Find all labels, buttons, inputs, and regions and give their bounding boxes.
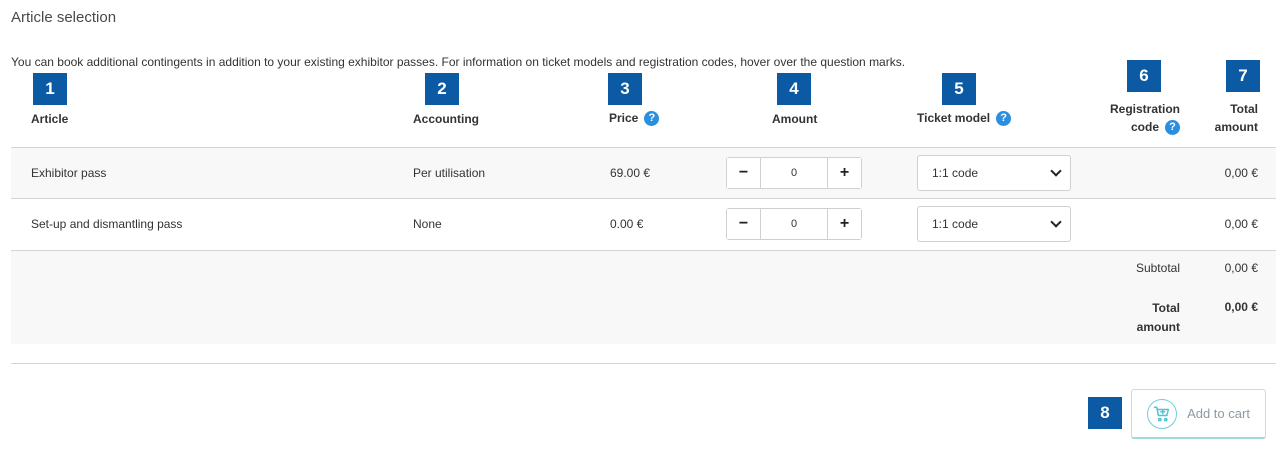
column-header-ticket-model: Ticket model?: [917, 109, 1012, 127]
row-2-increment-button[interactable]: +: [827, 209, 861, 239]
row-2-total: 0,00 €: [1224, 217, 1258, 231]
cart-icon: [1147, 398, 1178, 429]
row-1-price: 69.00 €: [610, 166, 651, 180]
total-amount-label-line1: Total: [1152, 301, 1180, 315]
row-1-ticket-model-value: 1:1 code: [932, 166, 979, 180]
row-1-decrement-button[interactable]: −: [727, 158, 761, 188]
summary-bg: [11, 251, 1276, 344]
row-2-decrement-button[interactable]: −: [727, 209, 761, 239]
row-1-quantity-input[interactable]: [761, 158, 827, 188]
badge-4: 4: [777, 73, 811, 105]
row-1-quantity-stepper: − +: [726, 157, 862, 189]
row-2-quantity-input[interactable]: [761, 209, 827, 239]
row-2-accounting: None: [413, 217, 442, 231]
column-header-registration-code: Registration code?: [1100, 100, 1180, 136]
badge-7: 7: [1226, 60, 1260, 92]
subtotal-label: Subtotal: [1135, 261, 1180, 275]
badge-1: 1: [33, 73, 67, 105]
row-1-article: Exhibitor pass: [31, 166, 107, 180]
column-header-price: Price?: [609, 109, 660, 127]
total-amount-line1: Total: [1230, 102, 1258, 116]
row-divider-1: [11, 198, 1276, 199]
total-amount-value: 0,00 €: [1224, 300, 1258, 314]
total-amount-label: Total amount: [1090, 299, 1180, 337]
row-1-increment-button[interactable]: +: [827, 158, 861, 188]
column-header-ticket-model-label: Ticket model: [917, 111, 991, 125]
add-to-cart-button[interactable]: Add to cart: [1131, 389, 1266, 439]
registration-code-help-icon[interactable]: ?: [1165, 120, 1180, 136]
row-1-accounting: Per utilisation: [413, 166, 486, 180]
row-1-ticket-model-select[interactable]: 1:1 code: [917, 155, 1071, 191]
column-header-accounting: Accounting: [413, 112, 479, 126]
total-amount-label-line2: amount: [1136, 320, 1180, 334]
registration-code-line2: code: [1130, 120, 1159, 134]
badge-5: 5: [942, 73, 976, 105]
registration-code-line1: Registration: [1109, 102, 1180, 116]
row-2-ticket-model-select[interactable]: 1:1 code: [917, 206, 1071, 242]
row-2-price: 0.00 €: [610, 217, 644, 231]
column-header-total-amount: Total amount: [1198, 100, 1258, 136]
ticket-model-help-icon[interactable]: ?: [996, 111, 1012, 127]
section-title: Article selection: [11, 9, 117, 26]
column-header-amount: Amount: [772, 112, 818, 126]
subtotal-value: 0,00 €: [1224, 261, 1258, 275]
article-selection-page: Article selection You can book additiona…: [0, 0, 1280, 449]
row-1-total: 0,00 €: [1224, 166, 1258, 180]
row-2-ticket-model-value: 1:1 code: [932, 217, 979, 231]
badge-2: 2: [425, 73, 459, 105]
badge-3: 3: [608, 73, 642, 105]
row-2-quantity-stepper: − +: [726, 208, 862, 240]
chevron-down-icon: [1050, 165, 1062, 177]
badge-8: 8: [1088, 397, 1122, 429]
total-amount-line2: amount: [1214, 120, 1258, 134]
footer-divider: [11, 363, 1276, 364]
price-help-icon[interactable]: ?: [644, 111, 660, 127]
column-header-price-label: Price: [609, 111, 639, 125]
row-2-article: Set-up and dismantling pass: [31, 217, 183, 231]
chevron-down-icon: [1050, 216, 1062, 228]
intro-text: You can book additional contingents in a…: [11, 55, 906, 69]
badge-6: 6: [1127, 60, 1161, 92]
add-to-cart-label: Add to cart: [1187, 406, 1250, 421]
column-header-article: Article: [31, 112, 69, 126]
